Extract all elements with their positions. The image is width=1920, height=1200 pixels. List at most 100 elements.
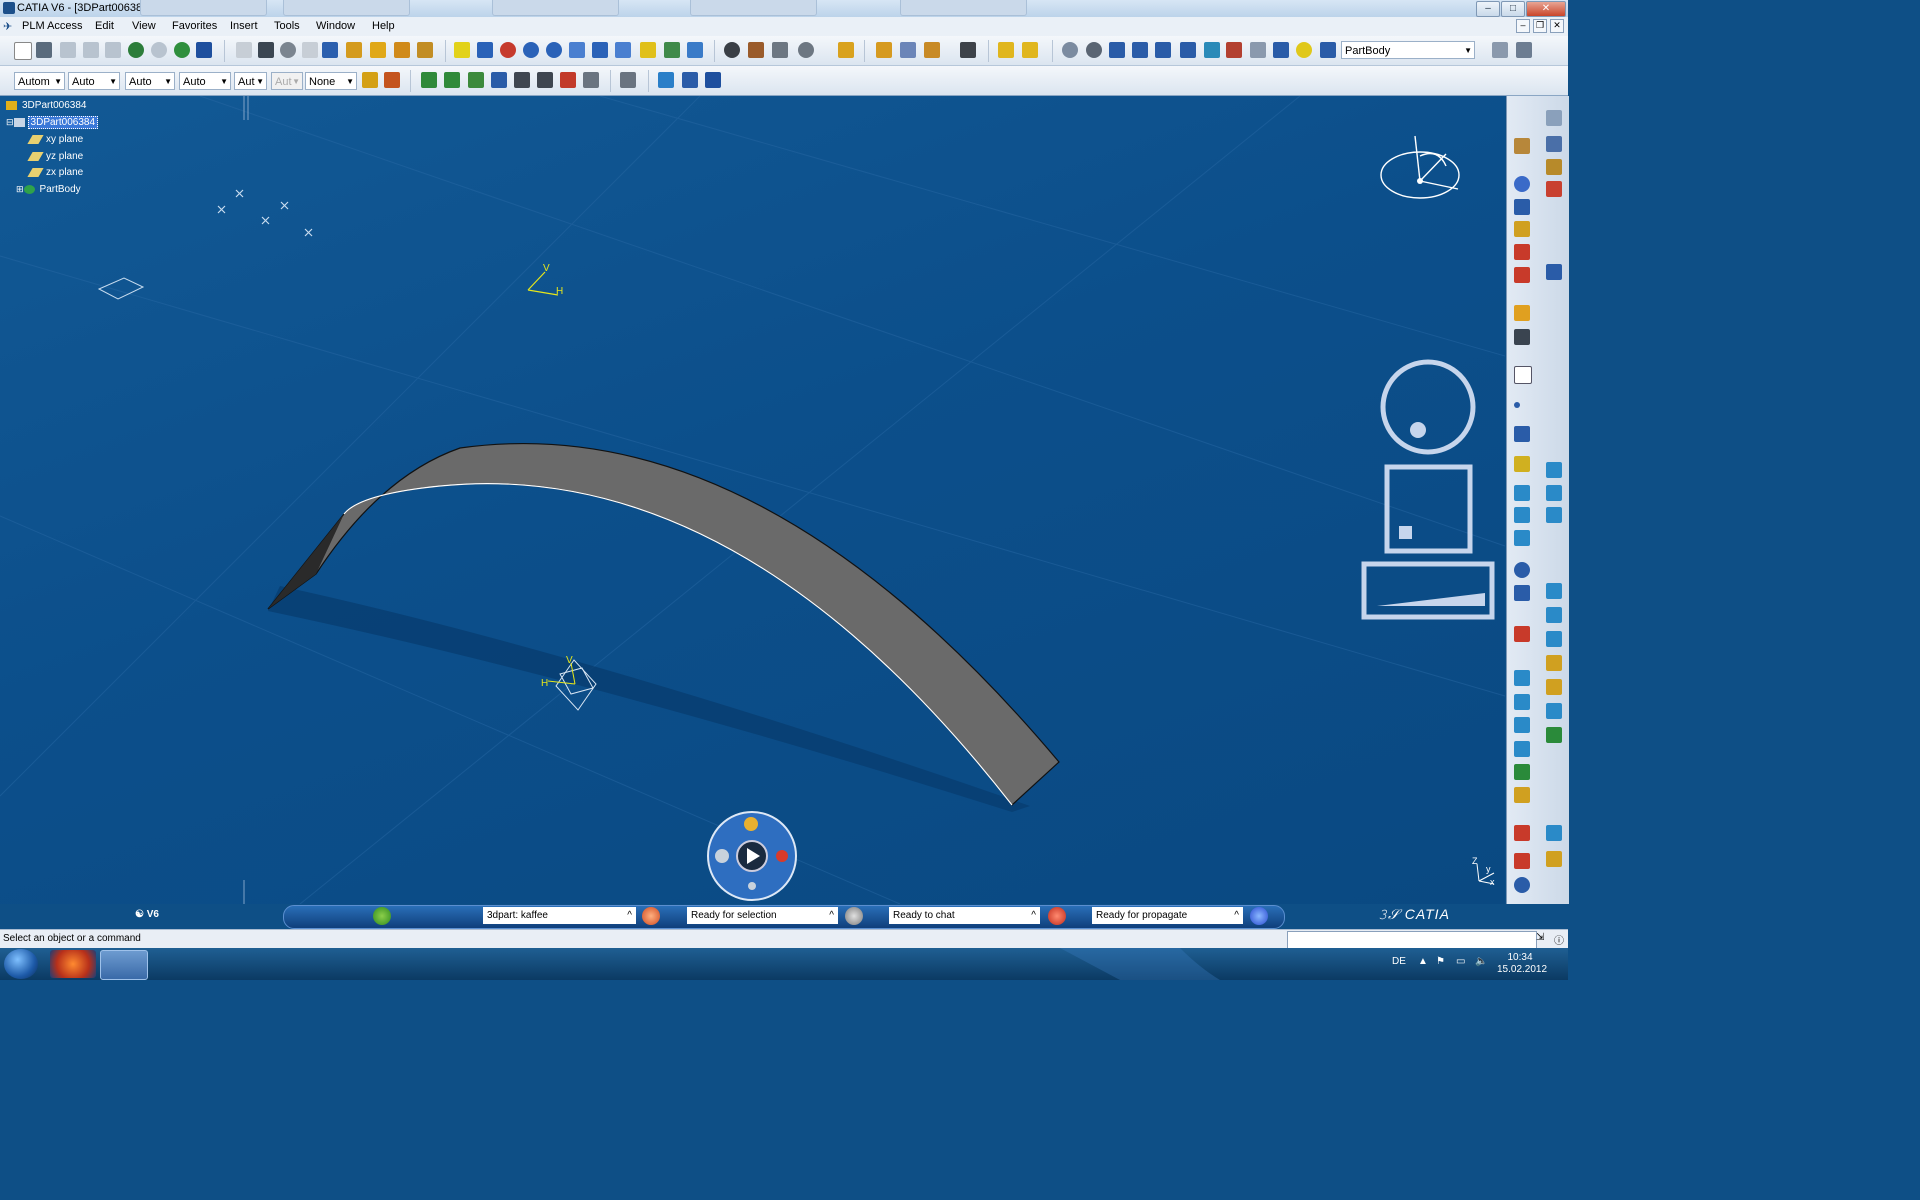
- network-tray-icon[interactable]: ▭: [1456, 956, 1465, 967]
- line-type-combo[interactable]: Auto ▼: [179, 72, 231, 90]
- network-icon[interactable]: [776, 850, 788, 862]
- align-icon[interactable]: [583, 72, 599, 88]
- rotate-view-icon[interactable]: [1062, 42, 1078, 58]
- annotation-icon[interactable]: [1546, 181, 1562, 197]
- help-pointer-icon[interactable]: [705, 72, 721, 88]
- sweep-icon[interactable]: [1546, 507, 1562, 523]
- pan-icon[interactable]: [477, 42, 493, 58]
- menu-view[interactable]: View: [132, 20, 156, 32]
- selection-status-field[interactable]: Ready for selection ^: [687, 907, 838, 924]
- list-icon[interactable]: [1320, 42, 1336, 58]
- search-status-icon[interactable]: [642, 907, 660, 925]
- rotate-navigator-handle[interactable]: [1410, 422, 1426, 438]
- 3d-viewport[interactable]: V H V H Z y x 3DPart006384 ⊟ 3DPart00638…: [0, 96, 1505, 904]
- loft-icon[interactable]: [1546, 631, 1562, 647]
- grid-snap-icon[interactable]: [1155, 42, 1171, 58]
- capture-icon[interactable]: [960, 42, 976, 58]
- window-tile-icon[interactable]: [1516, 42, 1532, 58]
- chevron-up-icon[interactable]: ^: [1031, 907, 1036, 924]
- multi-view-icon[interactable]: [592, 42, 608, 58]
- tile-view-icon[interactable]: [682, 72, 698, 88]
- tree-item-partbody[interactable]: ⊞ PartBody: [16, 184, 83, 195]
- tree-item-yz-plane[interactable]: yz plane: [27, 151, 85, 162]
- knowledge-icon[interactable]: [924, 42, 940, 58]
- zoom-out-icon[interactable]: [546, 42, 562, 58]
- menu-app-icon[interactable]: ✈: [3, 20, 12, 33]
- redo-icon[interactable]: [151, 42, 167, 58]
- tree-icon[interactable]: [346, 42, 362, 58]
- update-icon[interactable]: [174, 42, 190, 58]
- normal-view-icon[interactable]: [569, 42, 585, 58]
- 3d-support-icon[interactable]: [1204, 42, 1220, 58]
- sphere-surface-icon[interactable]: [1546, 485, 1562, 501]
- power-input[interactable]: [1287, 931, 1537, 949]
- collaboration-icon[interactable]: [724, 42, 740, 58]
- link-icon[interactable]: [302, 42, 318, 58]
- offset-icon[interactable]: [1514, 507, 1530, 523]
- show-hidden-icons-icon[interactable]: ▲: [1418, 956, 1428, 967]
- extrude-icon[interactable]: [1546, 462, 1562, 478]
- sketch-icon[interactable]: [1514, 366, 1532, 384]
- folder-icon[interactable]: [1514, 221, 1530, 237]
- render-style-icon[interactable]: [640, 42, 656, 58]
- tree-item-xy-plane[interactable]: xy plane: [27, 134, 85, 145]
- hide-show-icon[interactable]: [664, 42, 680, 58]
- trim-icon[interactable]: [1546, 679, 1562, 695]
- collab-icon[interactable]: [1250, 907, 1268, 925]
- doc-close-button[interactable]: ✕: [1550, 19, 1564, 33]
- scissors-icon[interactable]: [1226, 42, 1242, 58]
- manipulate-icon[interactable]: [468, 72, 484, 88]
- menu-tools[interactable]: Tools: [274, 20, 300, 32]
- circle-icon[interactable]: [1514, 562, 1530, 578]
- zoom-navigator[interactable]: [1361, 561, 1495, 620]
- flag-icon[interactable]: ⚑: [1436, 956, 1445, 967]
- tree-item-zx-plane[interactable]: zx plane: [27, 167, 85, 178]
- hierarchy-icon[interactable]: [1273, 42, 1289, 58]
- whats-this-icon[interactable]: [196, 42, 212, 58]
- minimize-button[interactable]: –: [1476, 1, 1500, 17]
- symmetry-icon[interactable]: [1514, 764, 1530, 780]
- grid-surface-icon[interactable]: [1546, 583, 1562, 599]
- rotate-icon[interactable]: [500, 42, 516, 58]
- scan-icon[interactable]: [1250, 42, 1266, 58]
- text-icon[interactable]: [1514, 626, 1530, 642]
- publish-icon[interactable]: [748, 42, 764, 58]
- sketcher-icon[interactable]: [1514, 138, 1530, 154]
- work-on-support-icon[interactable]: [658, 72, 674, 88]
- lock-icon[interactable]: [370, 42, 386, 58]
- point-type-combo[interactable]: Aut ▼: [234, 72, 267, 90]
- select-arrow-icon[interactable]: [1514, 305, 1530, 321]
- cut-icon[interactable]: [60, 42, 76, 58]
- dots-icon[interactable]: [748, 882, 756, 890]
- revolve-icon[interactable]: [1514, 485, 1530, 501]
- language-indicator[interactable]: DE: [1392, 956, 1406, 967]
- constraint-lock-icon[interactable]: [560, 72, 576, 88]
- table-icon[interactable]: [322, 42, 338, 58]
- close-button[interactable]: ✕: [1526, 1, 1566, 17]
- plane-tool-icon[interactable]: [1514, 456, 1530, 472]
- propagate-status-field[interactable]: Ready for propagate ^: [1092, 907, 1243, 924]
- extract-icon[interactable]: [1546, 703, 1562, 719]
- menu-insert[interactable]: Insert: [230, 20, 258, 32]
- point-markers[interactable]: [217, 189, 313, 237]
- join-icon[interactable]: [1546, 655, 1562, 671]
- paint-brush-icon[interactable]: [362, 72, 378, 88]
- connect-icon[interactable]: [1546, 851, 1562, 867]
- catia-taskbar-button[interactable]: [100, 950, 148, 980]
- cube-icon[interactable]: [715, 849, 729, 863]
- transfer-icon[interactable]: [1514, 267, 1530, 283]
- snap-icon[interactable]: [998, 42, 1014, 58]
- fill-icon[interactable]: [1514, 530, 1530, 546]
- search-icon[interactable]: [1514, 877, 1530, 893]
- chat-status-field[interactable]: Ready to chat ^: [889, 907, 1040, 924]
- undo-icon[interactable]: [128, 42, 144, 58]
- tree-root[interactable]: 3DPart006384: [6, 100, 89, 111]
- translate-icon[interactable]: [1546, 727, 1562, 743]
- menu-help[interactable]: Help: [372, 20, 395, 32]
- analysis-icon[interactable]: [1514, 825, 1530, 841]
- doc-restore-button[interactable]: ❐: [1533, 19, 1547, 33]
- bag-icon[interactable]: [838, 42, 854, 58]
- toolbar-option-icon[interactable]: [1492, 42, 1508, 58]
- line-thickness-combo[interactable]: Auto ▼: [125, 72, 175, 90]
- firefox-taskbar-button[interactable]: [50, 950, 96, 978]
